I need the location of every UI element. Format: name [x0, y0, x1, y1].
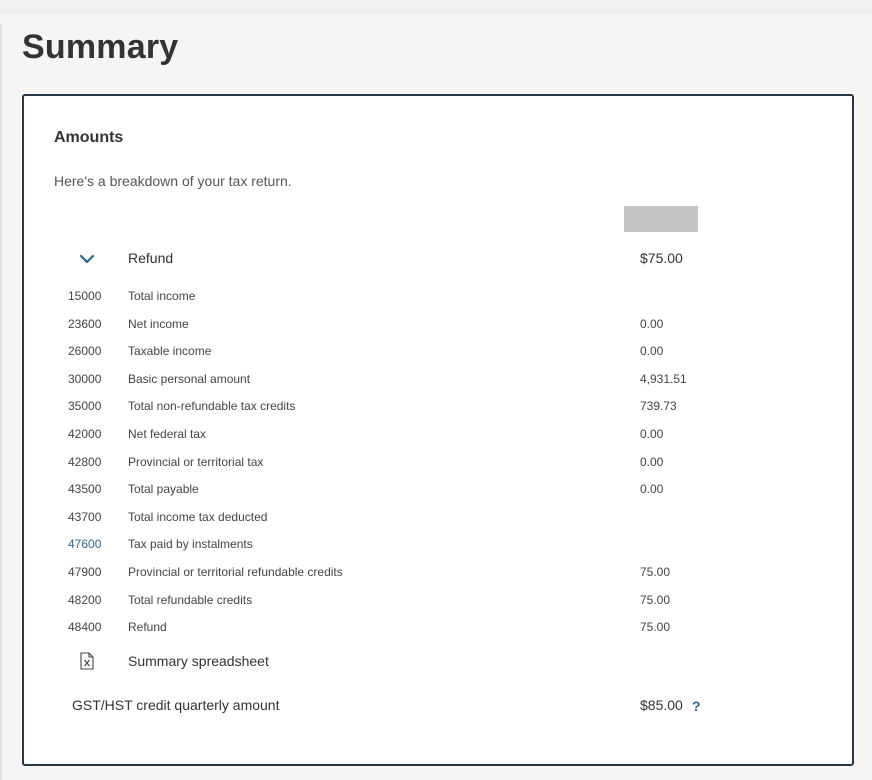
- tax-line-row: 26000 Taxable income 0.00: [24, 337, 852, 365]
- tax-line-row: 48400 Refund 75.00: [24, 613, 852, 641]
- line-description: Total income tax deducted: [128, 509, 268, 524]
- top-strip: [0, 0, 872, 14]
- line-description: Total refundable credits: [128, 592, 253, 607]
- tax-line-row: 43700 Total income tax deducted: [24, 503, 852, 531]
- line-value: 0.00: [640, 344, 664, 359]
- refund-amount: $75.00: [640, 250, 683, 266]
- line-value: 0.00: [640, 482, 664, 497]
- line-code: 23600: [68, 316, 102, 331]
- redacted-block: [624, 206, 698, 232]
- line-code: 26000: [68, 344, 102, 359]
- line-value: 0.00: [640, 426, 664, 441]
- line-value: 0.00: [640, 316, 664, 331]
- tax-line-row: 43500 Total payable 0.00: [24, 475, 852, 503]
- help-icon[interactable]: ?: [692, 698, 701, 714]
- tax-line-row: 47900 Provincial or territorial refundabl…: [24, 558, 852, 586]
- line-value: 739.73: [640, 399, 677, 414]
- line-code: 35000: [68, 399, 102, 414]
- line-description: Provincial or territorial refundable cre…: [128, 564, 343, 579]
- line-code: 47900: [68, 564, 102, 579]
- line-value: 0.00: [640, 454, 664, 469]
- amounts-card: Amounts Here's a breakdown of your tax r…: [22, 94, 854, 766]
- card-heading: Amounts: [54, 129, 124, 146]
- line-value: 75.00: [640, 620, 671, 635]
- tax-line-row: 23600 Net income 0.00: [24, 310, 852, 338]
- tax-lines-list: 15000 Total income 23600 Net income 0.00 2600…: [24, 282, 852, 641]
- card-intro: Here's a breakdown of your tax return.: [54, 173, 292, 189]
- line-description: Basic personal amount: [128, 371, 251, 386]
- line-code: 15000: [68, 289, 102, 303]
- tax-line-row: 30000 Basic personal amount 4,931.51: [24, 365, 852, 393]
- tax-line-row: 35000 Total non-refundable tax credits 739…: [24, 392, 852, 420]
- summary-spreadsheet-row: Summary spreadsheet: [24, 650, 852, 674]
- line-code: 30000: [68, 371, 102, 386]
- tax-line-row: 42000 Net federal tax 0.00: [24, 420, 852, 448]
- line-code-link[interactable]: 47600: [68, 537, 101, 551]
- line-code: 43500: [68, 482, 102, 497]
- line-description: Total non-refundable tax credits: [128, 399, 296, 414]
- refund-label: Refund: [128, 250, 174, 266]
- line-description: Total income: [128, 289, 196, 303]
- line-code: 48400: [68, 620, 102, 635]
- line-description: Tax paid by instalments: [128, 537, 253, 552]
- line-value: 75.00: [640, 592, 671, 607]
- line-value: 75.00: [640, 564, 671, 579]
- excel-file-icon[interactable]: [80, 652, 94, 670]
- line-code: 42000: [68, 426, 102, 441]
- page-title: Summary: [22, 28, 179, 66]
- refund-toggle-button[interactable]: [74, 246, 100, 272]
- line-code: 48200: [68, 592, 102, 607]
- line-description: Provincial or territorial tax: [128, 454, 264, 469]
- summary-spreadsheet-link[interactable]: Summary spreadsheet: [128, 653, 269, 669]
- line-code: 43700: [68, 509, 102, 524]
- line-code: 42800: [68, 454, 102, 469]
- line-description: Net federal tax: [128, 426, 207, 441]
- tax-line-row: 15000 Total income: [24, 282, 852, 310]
- line-description: Total payable: [128, 482, 199, 497]
- tax-line-row: 42800 Provincial or territorial tax 0.00: [24, 448, 852, 476]
- line-description: Refund: [128, 620, 167, 635]
- left-divider: [0, 24, 2, 780]
- tax-line-row: 48200 Total refundable credits 75.00: [24, 586, 852, 614]
- chevron-down-icon: [79, 254, 95, 264]
- gst-credit-amount: $85.00: [640, 697, 683, 713]
- tax-line-row: 47600 Tax paid by instalments: [24, 530, 852, 558]
- line-value: 4,931.51: [640, 371, 687, 386]
- line-description: Net income: [128, 316, 189, 331]
- line-description: Taxable income: [128, 344, 212, 359]
- gst-credit-label: GST/HST credit quarterly amount: [72, 697, 280, 713]
